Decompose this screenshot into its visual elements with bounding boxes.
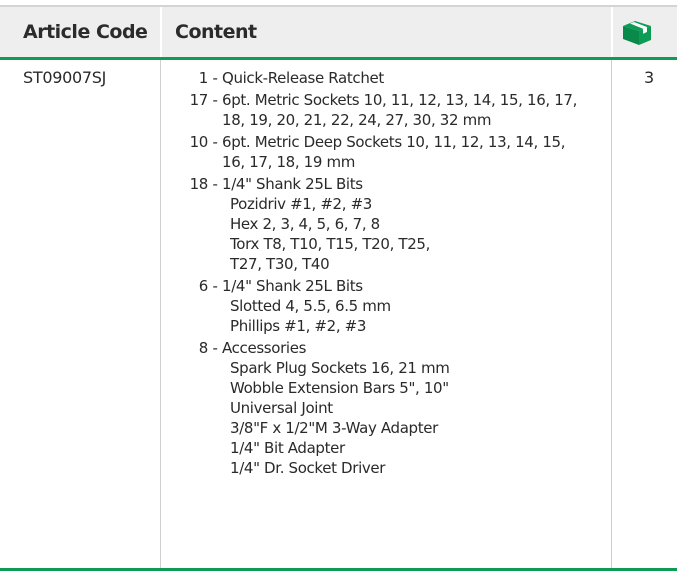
item-dash: - [212,277,218,295]
content-item: 6-1/4" Shank 25L Bits Slotted 4, 5.5, 6.5… [176,276,606,336]
content-item: 18-1/4" Shank 25L Bits Pozidriv #1, #2, #… [176,174,606,274]
item-subline: 1/4" Bit Adapter [230,439,345,457]
table-header: Article Code Content [0,7,677,57]
item-body: 6pt. Metric Deep Sockets 10, 11, 12, 13,… [222,132,606,172]
item-description-line: 18, 19, 20, 21, 22, 24, 27, 30, 32 mm [222,111,492,129]
item-description-line: 1/4" Shank 25L Bits [222,175,363,193]
item-body: 1/4" Shank 25L Bits Pozidriv #1, #2, #3 He… [222,174,606,274]
item-dash: - [212,69,218,87]
item-subline: Spark Plug Sockets 16, 21 mm [230,359,450,377]
item-description-line: 6pt. Metric Sockets 10, 11, 12, 13, 14, … [222,91,578,109]
item-subline: Hex 2, 3, 4, 5, 6, 7, 8 [230,215,380,233]
item-count: 18 [189,175,209,193]
item-subline: Pozidriv #1, #2, #3 [230,195,372,213]
table-bottom-rule [0,568,677,571]
item-subline: Universal Joint [230,399,333,417]
content-cell: 1- Quick-Release Ratchet 17-6pt. Metric So… [176,68,606,480]
item-dash: - [212,133,218,151]
item-subline: Slotted 4, 5.5, 6.5 mm [230,297,391,315]
content-item: 17-6pt. Metric Sockets 10, 11, 12, 13, 1… [176,90,606,130]
column-divider [611,60,612,568]
item-body: Quick-Release Ratchet [222,68,606,88]
article-code-cell: ST09007SJ [23,68,107,87]
item-count: 6 [198,277,209,295]
item-subline: Torx T8, T10, T15, T20, T25, [230,235,431,253]
item-description-line: 6pt. Metric Deep Sockets 10, 11, 12, 13,… [222,133,566,151]
item-subline: 3/8"F x 1/2"M 3-Way Adapter [230,419,438,437]
item-body: 1/4" Shank 25L Bits Slotted 4, 5.5, 6.5 m… [222,276,606,336]
item-subline: 1/4" Dr. Socket Driver [230,459,386,477]
header-divider [611,7,613,57]
item-description-line: Accessories [222,339,307,357]
item-count: 17 [189,91,209,109]
item-dash: - [212,339,218,357]
item-description-line: 16, 17, 18, 19 mm [222,153,355,171]
column-divider [160,60,161,568]
product-contents-table: Article Code Content ST09007SJ 3 1- Quick… [0,0,677,574]
item-count: 1 [198,69,209,87]
item-count: 10 [189,133,209,151]
item-description-line: 1/4" Shank 25L Bits [222,277,363,295]
box-icon [623,21,651,45]
content-header: Content [175,21,257,43]
item-body: 6pt. Metric Sockets 10, 11, 12, 13, 14, … [222,90,606,130]
table-row: ST09007SJ 3 1- Quick-Release Ratchet 17-6p… [0,60,677,568]
item-count: 8 [198,339,209,357]
item-subline: T27, T30, T40 [230,255,330,273]
item-body: Accessories Spark Plug Sockets 16, 21 mm W… [222,338,606,478]
article-code-header: Article Code [23,21,148,43]
content-item: 1- Quick-Release Ratchet [176,68,606,88]
item-dash: - [212,175,218,193]
content-item: 8- Accessories Spark Plug Sockets 16, 21 m… [176,338,606,478]
item-subline: Wobble Extension Bars 5", 10" [230,379,449,397]
header-divider [160,7,162,57]
item-subline: Phillips #1, #2, #3 [230,317,367,335]
item-description-line: Quick-Release Ratchet [222,69,384,87]
quantity-cell: 3 [644,68,655,87]
item-dash: - [212,91,218,109]
content-item: 10-6pt. Metric Deep Sockets 10, 11, 12, … [176,132,606,172]
